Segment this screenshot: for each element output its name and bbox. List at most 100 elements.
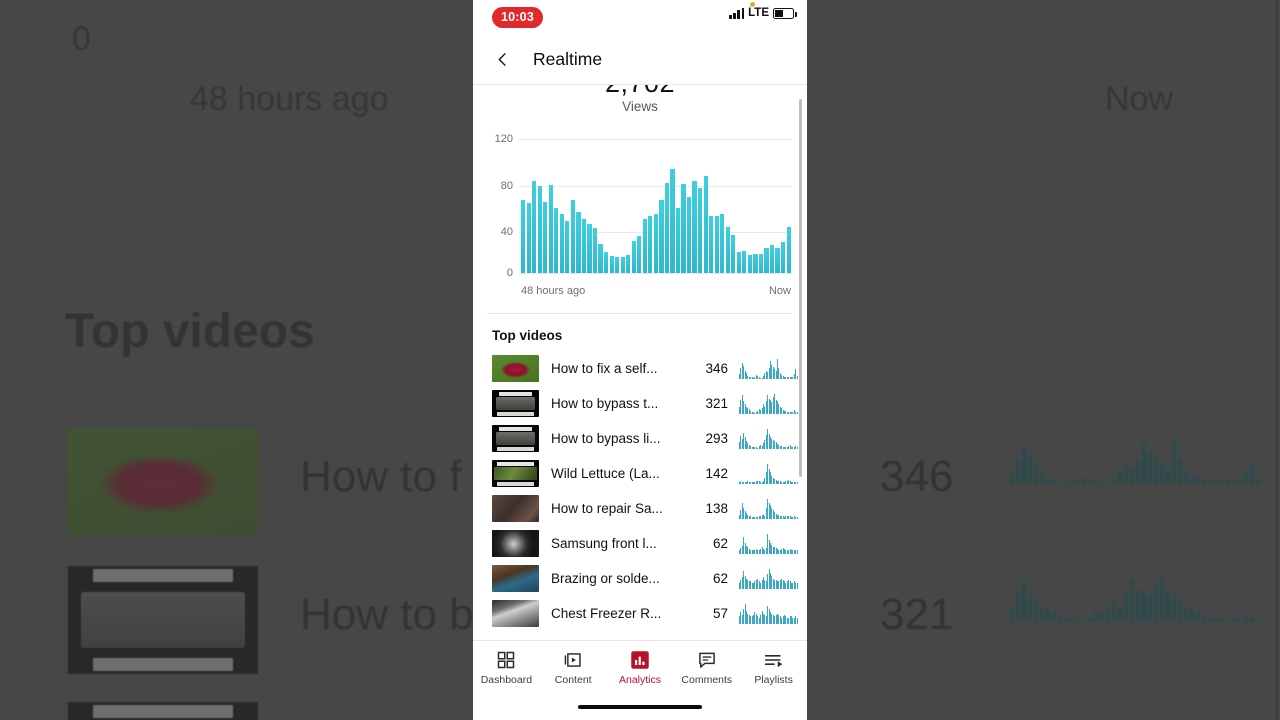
chart-bar [521,200,526,273]
top-video-title: How to bypass t... [551,396,659,411]
nav-item-label: Playlists [754,673,793,686]
chart-bar [758,254,764,273]
top-video-row[interactable]: Wild Lettuce (La... 142 [473,456,807,491]
chart-bar [576,211,581,273]
top-video-view-count: 62 [712,536,728,551]
brazing-soldering-thumbnail [492,565,539,592]
home-indicator[interactable] [578,704,702,710]
chart-bar [703,175,708,273]
chart-bar [543,201,548,273]
bottom-navigation: Dashboard Content Analytics Comments Playlis… [473,640,807,694]
top-video-row[interactable]: How to bypass t... 321 [473,386,807,421]
chart-bar [659,200,664,273]
top-video-row[interactable]: Brazing or solde... 62 [473,561,807,596]
top-video-view-count: 321 [705,396,728,411]
top-video-view-count: 293 [705,431,728,446]
top-videos-heading: Top videos [492,328,563,343]
content-scrollbar[interactable] [799,99,802,477]
views-total-value: 2,702 [473,85,807,99]
chart-bar [769,245,775,273]
sparkline-bar [796,617,798,624]
top-video-title: How to fix a self... [551,361,658,376]
realtime-views-chart: 120 80 40 0 48 hours ago Now [487,127,793,303]
chevron-left-icon [498,52,506,66]
chart-bar [565,220,570,273]
nav-item-content[interactable]: Content [540,650,607,686]
chart-bar [753,254,758,273]
chart-xaxis-start-label: 48 hours ago [521,285,586,297]
chart-bar [570,200,576,273]
scroll-content[interactable]: 2,702 Views 120 80 40 0 48 hours ago Now… [473,85,807,640]
chart-bar [631,240,636,273]
chart-bar [592,228,598,273]
chart-ytick-label: 120 [494,133,513,145]
top-videos-list: How to fix a self... 346 How to bypass t..… [473,351,807,631]
nav-item-dashboard[interactable]: Dashboard [473,650,540,686]
top-video-title: Chest Freezer R... [551,606,662,621]
chart-bar [626,255,631,273]
chart-bar [581,219,587,273]
chart-bar [786,227,791,273]
sparkline-bar [796,517,798,519]
chart-bars [521,139,791,273]
chart-bar [554,208,559,273]
chart-bar [648,216,653,273]
top-video-sparkline [739,603,798,624]
nav-item-label: Dashboard [480,673,533,686]
top-video-view-count: 62 [712,571,728,586]
top-video-sparkline [739,393,798,414]
network-type-label: LTE [748,7,769,19]
chart-bar [548,184,553,273]
samsung-front-loader-thumbnail [492,530,539,557]
chart-ytick-label: 0 [506,267,513,279]
nav-item-label: Analytics [618,673,661,686]
phone-screen: 10:03 LTE Realtime 2,702 [473,0,807,720]
page-title: Realtime [533,48,603,69]
top-video-title: How to repair Sa... [551,501,663,516]
top-video-title: How to bypass li... [551,431,661,446]
chart-bar [725,227,730,273]
top-video-view-count: 142 [705,466,728,481]
views-total-label: Views [622,99,658,114]
chart-ytick-label: 40 [500,226,513,238]
back-button[interactable] [487,44,517,74]
top-video-sparkline [739,498,798,519]
nav-item-playlists[interactable]: Playlists [740,650,807,686]
bypass-lid-lock-thumbnail [492,425,539,452]
chart-bar [620,257,625,273]
chart-gridline [519,273,793,274]
top-video-row[interactable]: Samsung front l... 62 [473,526,807,561]
top-video-row[interactable]: How to repair Sa... 138 [473,491,807,526]
top-video-title: Brazing or solde... [551,571,660,586]
status-bar: 10:03 LTE [473,0,807,34]
samsung-washer-repair-thumbnail [492,495,539,522]
chart-bar [747,255,753,273]
sparkline-bar [796,412,798,414]
chart-bar [698,188,703,273]
top-video-row[interactable]: Chest Freezer R... 57 [473,596,807,631]
chart-bar [670,169,675,273]
status-bar-clock: 10:03 [492,6,543,28]
chart-bar [780,241,786,273]
top-video-title: Wild Lettuce (La... [551,466,660,481]
chart-ytick-label: 80 [500,180,513,192]
chart-bar [681,183,686,273]
top-video-sparkline [739,358,798,379]
nav-item-analytics[interactable]: Analytics [607,650,674,686]
comment-bubble-icon [697,650,717,670]
analytics-bars-icon [630,650,650,670]
top-video-row[interactable]: How to fix a self... 346 [473,351,807,386]
top-video-sparkline [739,463,798,484]
nav-item-label: Comments [681,673,733,686]
cellular-signal-icon [729,7,745,19]
chart-bar [598,243,603,273]
chart-bar [714,216,719,273]
chart-bar [615,257,620,273]
nav-item-comments[interactable]: Comments [673,650,740,686]
chart-bar [653,213,658,273]
chart-bar [526,202,531,273]
content-play-icon [563,650,584,670]
chart-bar [736,251,741,273]
home-indicator-area [473,694,807,720]
top-video-row[interactable]: How to bypass li... 293 [473,421,807,456]
